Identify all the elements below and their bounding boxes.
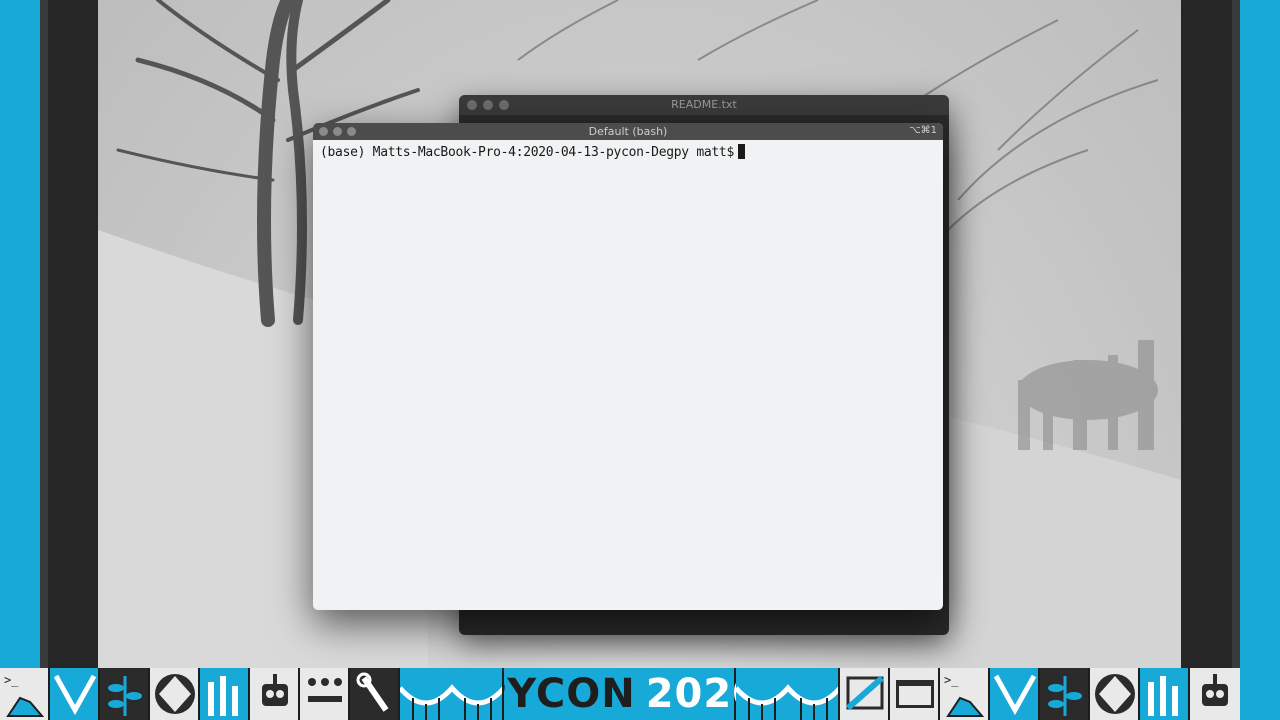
window-icon [840,668,890,720]
svg-text:>_: >_ [4,673,19,687]
terminal-icon: >_ [0,668,50,720]
terminal-window[interactable]: Default (bash) ⌥⌘1 (base) Matts-MacBook-… [313,123,943,610]
terminal-icon-2: >_ [940,668,990,720]
right-border [1240,0,1280,668]
readme-titlebar[interactable]: README.txt [459,95,949,115]
bridge-pattern-icon-2 [736,668,840,720]
terminal-content[interactable]: (base) Matts-MacBook-Pro-4:2020-04-13-py… [313,140,943,164]
browser-icon [890,668,940,720]
readme-title: README.txt [671,98,737,111]
terminal-title: Default (bash) [588,125,668,138]
robot-icon [250,668,300,720]
pycon-logo: PYCON 2020 [477,668,760,720]
bars-icon [200,668,250,720]
shell-prompt: (base) Matts-MacBook-Pro-4:2020-04-13-py… [320,145,734,160]
diamond-icon [150,668,200,720]
bars-icon-2 [1140,668,1190,720]
terminal-shortcut: ⌥⌘1 [909,125,937,136]
pycon-footer-banner: >_ PYCON 2020 >_ [0,668,1280,720]
leaf-icon [100,668,150,720]
text-cursor [737,144,745,159]
chevron-pattern-icon [50,668,100,720]
bridge-pattern-icon [400,668,504,720]
svg-text:>_: >_ [944,673,959,687]
diamond-icon-2 [1090,668,1140,720]
robot-icon-2 [1190,668,1240,720]
leaf-icon-2 [1040,668,1090,720]
chevron-pattern-icon-2 [990,668,1040,720]
terminal-titlebar[interactable]: Default (bash) ⌥⌘1 [313,123,943,140]
left-border [0,0,40,668]
circuit-icon [300,668,350,720]
wrench-icon [350,668,400,720]
